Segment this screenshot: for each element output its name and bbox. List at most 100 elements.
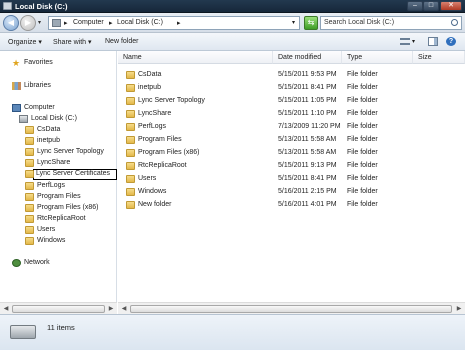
table-row[interactable]: Windows 5/16/2011 2:15 PM File folder	[118, 187, 465, 197]
organize-label: Organize	[8, 39, 37, 46]
help-icon[interactable]: ?	[446, 37, 456, 46]
list-horizontal-scrollbar[interactable]: ◀ ▶	[118, 302, 465, 314]
search-placeholder: Search Local Disk (C:)	[324, 19, 395, 26]
rename-input-text[interactable]: Lync Server Certificates	[36, 170, 110, 177]
table-row[interactable]: Program Files 5/13/2011 5:58 AM File folde…	[118, 135, 465, 145]
folder-icon	[25, 170, 34, 178]
drive-icon	[52, 19, 61, 27]
scroll-right-button[interactable]: ▶	[106, 304, 116, 314]
details-pane: 11 items	[0, 314, 465, 350]
column-header-name[interactable]: Name	[118, 51, 273, 64]
file-name: Program Files	[138, 136, 182, 143]
recent-pages-dropdown[interactable]: ▾	[38, 19, 41, 26]
file-list: Name Date modified Type Size CsData 5/15/…	[118, 51, 465, 314]
navigation-pane: ★ Favorites Libraries Computer Local Dis…	[0, 51, 117, 314]
file-date: 5/15/2011 1:10 PM	[278, 110, 337, 117]
refresh-button[interactable]: ⇆	[304, 16, 318, 30]
nav-folder-label: inetpub	[37, 137, 60, 144]
file-name: CsData	[138, 71, 162, 78]
file-date: 5/13/2011 5:58 AM	[278, 136, 337, 143]
folder-icon	[25, 237, 34, 245]
maximize-button[interactable]: □	[423, 1, 439, 11]
folder-icon	[126, 123, 135, 131]
share-with-button[interactable]: Share with ▾	[53, 38, 92, 46]
address-dropdown[interactable]: ▾	[292, 19, 295, 26]
scroll-right-button[interactable]: ▶	[454, 304, 464, 314]
table-row[interactable]: Lync Server Topology 5/15/2011 1:05 PM Fil…	[118, 96, 465, 106]
file-name: Users	[138, 175, 157, 182]
nav-folder-label: Program Files (x86)	[37, 204, 99, 211]
window-title: Local Disk (C:)	[15, 2, 68, 11]
nav-favorites-label: Favorites	[24, 59, 53, 66]
address-field[interactable]: ▸ Computer ▸ Local Disk (C:) ▸ ▾	[48, 16, 300, 30]
folder-icon	[126, 162, 135, 170]
nav-folder-label: PerfLogs	[37, 182, 66, 189]
organize-button[interactable]: Organize ▾	[8, 38, 42, 46]
view-options-icon[interactable]	[400, 38, 410, 45]
breadcrumb-computer[interactable]: Computer	[73, 19, 104, 26]
scroll-left-button[interactable]: ◀	[1, 304, 11, 314]
scroll-thumb[interactable]	[130, 305, 452, 313]
table-row[interactable]: RtcReplicaRoot 5/15/2011 9:13 PM File fold…	[118, 161, 465, 171]
scroll-thumb[interactable]	[12, 305, 105, 313]
file-type: File folder	[347, 136, 378, 143]
library-icon	[12, 82, 21, 90]
table-row[interactable]: PerfLogs 7/13/2009 11:20 PM File folder	[118, 122, 465, 132]
folder-icon	[25, 126, 34, 134]
table-row[interactable]: New folder 5/16/2011 4:01 PM File folder	[118, 200, 465, 210]
file-type: File folder	[347, 188, 378, 195]
folder-icon	[25, 193, 34, 201]
drive-icon	[3, 2, 12, 10]
scroll-left-button[interactable]: ◀	[119, 304, 129, 314]
close-button[interactable]: ✕	[440, 1, 462, 11]
file-type: File folder	[347, 84, 378, 91]
file-type: File folder	[347, 201, 378, 208]
folder-icon	[126, 84, 135, 92]
breadcrumb-separator[interactable]: ▸	[109, 19, 113, 27]
search-icon[interactable]	[451, 19, 458, 26]
item-count: 11 items	[47, 323, 75, 332]
search-input[interactable]: Search Local Disk (C:)	[320, 16, 462, 30]
column-header-size[interactable]: Size	[413, 51, 465, 64]
back-button[interactable]: ◀	[3, 15, 19, 31]
new-folder-button[interactable]: New folder	[105, 38, 138, 45]
table-row[interactable]: Users 5/15/2011 8:41 PM File folder	[118, 174, 465, 184]
file-name: LyncShare	[138, 110, 172, 117]
folder-icon	[25, 137, 34, 145]
preview-pane-icon[interactable]	[428, 37, 438, 46]
table-row[interactable]: LyncShare 5/15/2011 1:10 PM File folder	[118, 109, 465, 119]
drive-icon	[10, 325, 36, 339]
file-type: File folder	[347, 175, 378, 182]
nav-network-label: Network	[24, 259, 50, 266]
file-date: 5/15/2011 1:05 PM	[278, 97, 337, 104]
folder-icon	[126, 188, 135, 196]
file-type: File folder	[347, 162, 378, 169]
table-row[interactable]: CsData 5/15/2011 9:53 PM File folder	[118, 70, 465, 80]
file-name: New folder	[138, 201, 172, 208]
nav-folder-label: Windows	[37, 237, 66, 244]
nav-folder-label: Program Files	[37, 193, 81, 200]
folder-icon	[25, 159, 34, 167]
nav-libraries-label: Libraries	[24, 82, 51, 89]
view-dropdown[interactable]: ▾	[412, 38, 415, 45]
forward-button[interactable]: ▶	[20, 15, 36, 31]
file-name: Lync Server Topology	[138, 97, 205, 104]
nav-horizontal-scrollbar[interactable]: ◀ ▶	[0, 302, 117, 314]
breadcrumb-separator[interactable]: ▸	[64, 19, 68, 27]
minimize-button[interactable]: –	[407, 1, 423, 11]
file-date: 5/16/2011 4:01 PM	[278, 201, 337, 208]
computer-icon	[12, 104, 21, 112]
folder-icon	[126, 97, 135, 105]
nav-local-disk-label: Local Disk (C:)	[31, 115, 77, 122]
nav-folder-label: Lync Server Topology	[37, 148, 104, 155]
column-header-date-modified[interactable]: Date modified	[273, 51, 342, 64]
file-type: File folder	[347, 71, 378, 78]
table-row[interactable]: Program Files (x86) 5/13/2011 5:58 AM File…	[118, 148, 465, 158]
breadcrumb-local-disk[interactable]: Local Disk (C:)	[117, 19, 163, 26]
title-bar: Local Disk (C:) – □ ✕	[0, 0, 465, 13]
column-header-type[interactable]: Type	[342, 51, 413, 64]
file-date: 5/16/2011 2:15 PM	[278, 188, 337, 195]
table-row[interactable]: inetpub 5/15/2011 8:41 PM File folder	[118, 83, 465, 93]
folder-icon	[25, 215, 34, 223]
breadcrumb-separator[interactable]: ▸	[177, 19, 181, 27]
